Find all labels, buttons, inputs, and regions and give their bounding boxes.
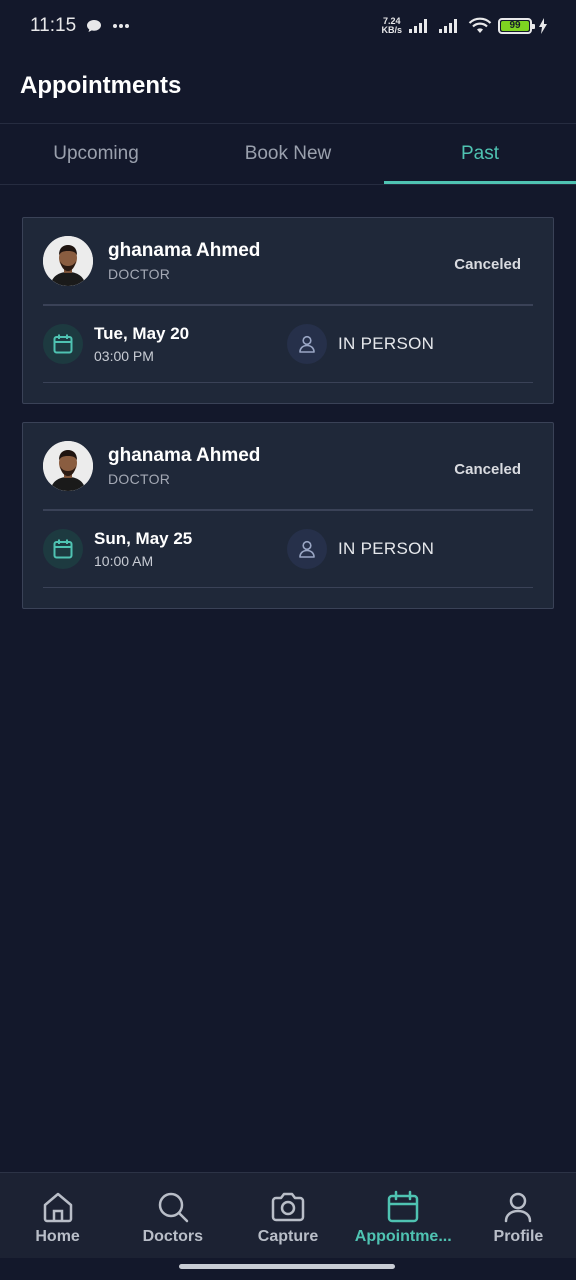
nav-label: Profile [493,1228,544,1245]
appointment-time: 03:00 PM [94,347,154,364]
doctor-name: ghanama Ahmed [108,240,261,261]
tab-book-new[interactable]: Book New [192,124,384,184]
calendar-icon [43,528,83,569]
nav-doctors[interactable]: Doctors [115,1173,230,1258]
page-title: Appointments [20,72,182,99]
network-speed: 7.24 KB/s [381,16,402,35]
nav-home[interactable]: Home [0,1173,115,1258]
status-bar: 11:15 7.24 KB/s 99 [0,0,576,52]
nav-capture[interactable]: Capture [230,1173,345,1258]
wifi-icon [468,17,492,33]
gesture-bar[interactable] [179,1264,395,1269]
nav-label: Home [35,1228,80,1245]
bottom-navigation: Home Doctors Capture Appointme... Profil… [0,1172,576,1258]
tabs-divider [0,184,576,185]
calendar-icon [43,323,83,364]
visit-type: IN PERSON [338,333,435,353]
nav-appointments[interactable]: Appointme... [346,1173,461,1258]
tab-upcoming[interactable]: Upcoming [0,124,192,184]
signal-icon [439,19,457,33]
visit-type: IN PERSON [338,538,435,558]
calendar-icon [387,1190,419,1223]
appointment-card[interactable]: ghanama Ahmed DOCTOR Canceled Sun, May 2… [22,422,554,609]
appointment-date: Tue, May 20 [94,323,190,343]
person-icon [505,1192,532,1223]
chat-bubble-icon [87,20,102,32]
avatar [43,236,93,286]
person-icon [287,323,327,364]
appointment-time: 10:00 AM [94,552,154,569]
nav-profile[interactable]: Profile [461,1173,576,1258]
more-dots-icon [113,24,130,28]
status-badge: Canceled [454,256,521,273]
doctor-name: ghanama Ahmed [108,445,261,466]
person-icon [287,528,327,569]
nav-label: Appointme... [354,1228,452,1245]
doctor-role: DOCTOR [108,266,171,282]
home-icon [43,1192,72,1223]
signal-icon [409,19,427,33]
search-icon [158,1192,189,1223]
camera-icon [271,1192,305,1222]
avatar [43,441,93,491]
doctor-role: DOCTOR [108,471,171,487]
battery-icon: 99 [498,18,535,34]
appointment-date: Sun, May 25 [94,528,193,548]
tab-past[interactable]: Past [384,124,576,184]
appointment-card[interactable]: ghanama Ahmed DOCTOR Canceled Tue, May 2… [22,217,554,404]
charging-bolt-icon [539,18,547,34]
clock: 11:15 [30,15,77,36]
nav-label: Doctors [142,1228,204,1245]
nav-label: Capture [257,1228,319,1245]
status-badge: Canceled [454,461,521,478]
tab-bar: Upcoming Book New Past [0,124,576,184]
